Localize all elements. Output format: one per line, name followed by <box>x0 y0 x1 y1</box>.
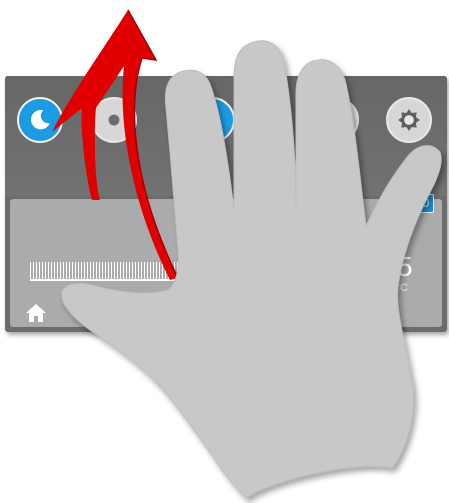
thermostat-panel: A o 62.0 ątrz 5 ra°C 20. <box>5 76 447 332</box>
day-mode-button[interactable] <box>91 97 137 143</box>
moon-icon <box>30 109 50 130</box>
comfort-mode-button[interactable] <box>189 97 235 143</box>
setpoint-badge: 20. <box>178 304 205 323</box>
sun-a-icon: A <box>325 109 347 131</box>
slider-baseline <box>30 279 220 281</box>
interior-label: ątrz <box>381 232 405 247</box>
svg-text:A: A <box>332 115 340 127</box>
night-mode-button[interactable] <box>17 97 63 143</box>
sun-icon <box>108 114 120 126</box>
interior-temperature: 5 <box>397 251 413 282</box>
screenshot-stage: A o 62.0 ątrz 5 ra°C 20. <box>0 0 449 503</box>
gear-sun-icon <box>398 109 420 131</box>
temperature-slider[interactable] <box>30 262 220 280</box>
home-icon[interactable] <box>25 303 47 323</box>
top-value-badge: 62.0 <box>401 194 435 213</box>
automatic-mode-button[interactable]: A <box>313 97 359 143</box>
brightness-mode-button[interactable] <box>386 97 432 143</box>
mode-bar: A <box>5 76 447 196</box>
top-status-text: o <box>340 199 346 210</box>
interior-unit: ra°C <box>386 282 409 294</box>
star-icon <box>207 115 217 125</box>
